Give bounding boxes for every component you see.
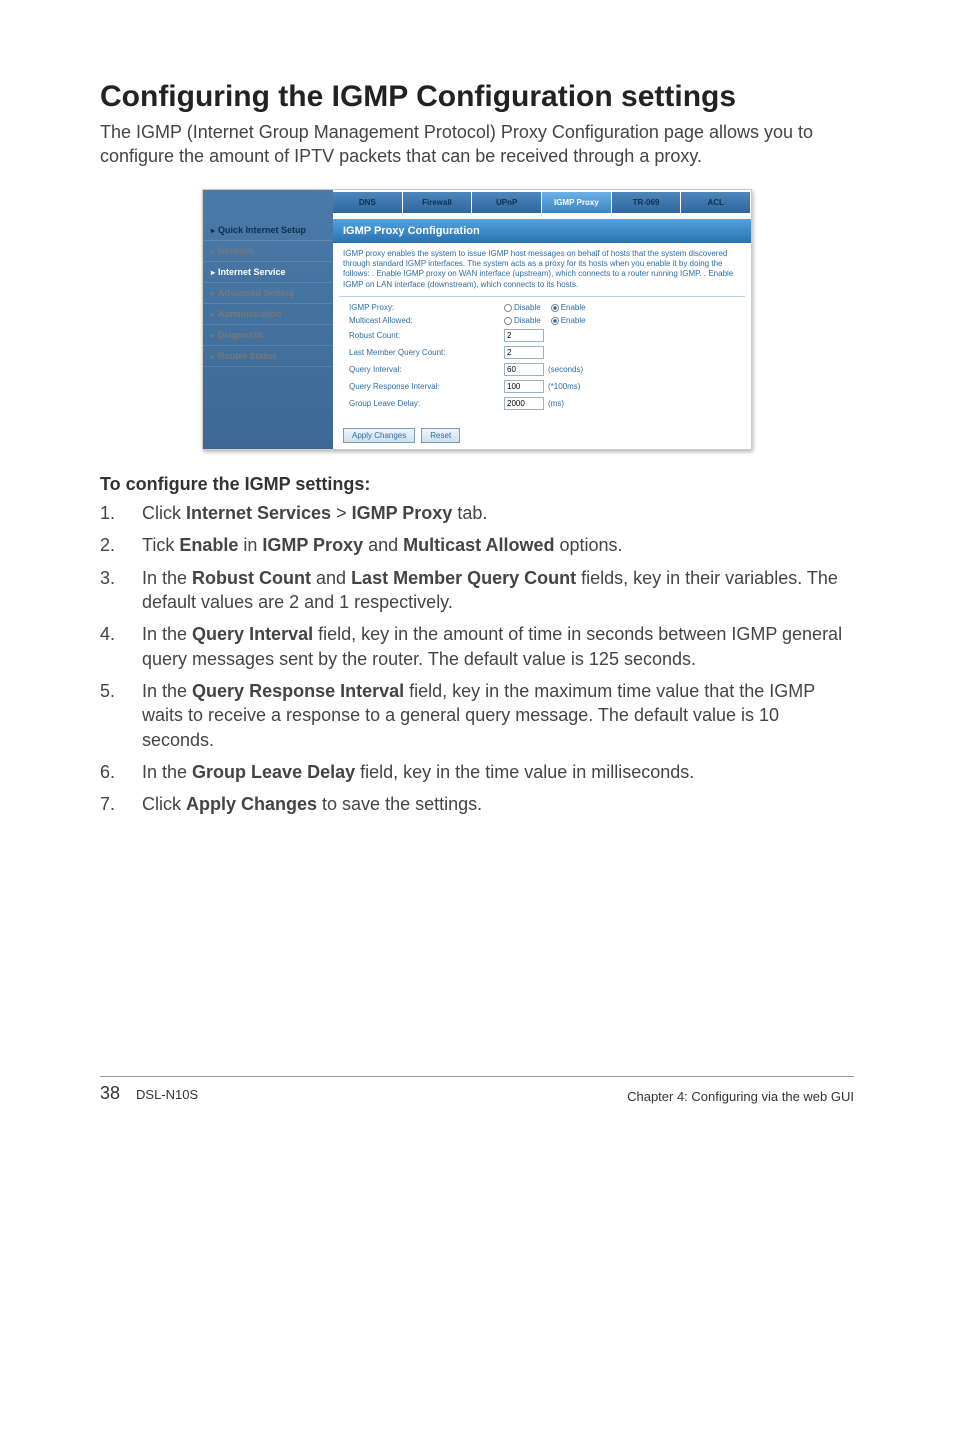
text-bold: Query Response Interval xyxy=(192,681,404,701)
query-interval-unit: (seconds) xyxy=(548,365,583,374)
text: Click xyxy=(142,794,186,814)
text: to save the settings. xyxy=(317,794,482,814)
last-member-query-count-input[interactable] xyxy=(504,346,544,359)
panel-description: IGMP proxy enables the system to issue I… xyxy=(333,243,751,297)
text-bold: Multicast Allowed xyxy=(403,535,554,555)
text-bold: Robust Count xyxy=(192,568,311,588)
sidebar-item-router-status[interactable]: Router Status xyxy=(203,346,333,367)
text: Tick xyxy=(142,535,179,555)
query-interval-input[interactable] xyxy=(504,363,544,376)
text: and xyxy=(311,568,351,588)
tab-igmp-proxy[interactable]: IGMP Proxy xyxy=(542,192,612,213)
step-6: In the Group Leave Delay field, key in t… xyxy=(100,760,854,784)
multicast-disable-radio[interactable]: Disable xyxy=(504,316,541,325)
text: In the xyxy=(142,681,192,701)
text: In the xyxy=(142,568,192,588)
page-number: 38 xyxy=(100,1083,120,1104)
reset-button[interactable]: Reset xyxy=(421,428,460,443)
text-bold: Last Member Query Count xyxy=(351,568,576,588)
sidebar-item-diagnostic[interactable]: Diagnostic xyxy=(203,325,333,346)
igmp-proxy-disable-radio[interactable]: Disable xyxy=(504,303,541,312)
text-bold: Enable xyxy=(179,535,238,555)
radio-label: Enable xyxy=(561,316,586,325)
text: in xyxy=(238,535,262,555)
radio-label: Disable xyxy=(514,316,541,325)
multicast-enable-radio[interactable]: Enable xyxy=(551,316,586,325)
igmp-proxy-label: IGMP Proxy: xyxy=(349,303,504,312)
sidebar-item-advanced-setting[interactable]: Advanced Setting xyxy=(203,283,333,304)
robust-count-input[interactable] xyxy=(504,329,544,342)
page-title: Configuring the IGMP Configuration setti… xyxy=(100,80,854,114)
step-4: In the Query Interval field, key in the … xyxy=(100,622,854,671)
text-bold: Internet Services xyxy=(186,503,331,523)
steps-list: Click Internet Services > IGMP Proxy tab… xyxy=(100,501,854,816)
text-bold: Query Interval xyxy=(192,624,313,644)
text-bold: IGMP Proxy xyxy=(352,503,453,523)
apply-changes-button[interactable]: Apply Changes xyxy=(343,428,415,443)
text: > xyxy=(331,503,352,523)
tab-firewall[interactable]: Firewall xyxy=(403,192,473,213)
text: In the xyxy=(142,762,192,782)
text: options. xyxy=(555,535,623,555)
multicast-allowed-label: Multicast Allowed: xyxy=(349,316,504,325)
group-leave-delay-label: Group Leave Delay: xyxy=(349,399,504,408)
text: In the xyxy=(142,624,192,644)
screenshot-panel: Quick Internet Setup Network Internet Se… xyxy=(202,189,752,451)
tab-dns[interactable]: DNS xyxy=(333,192,403,213)
footer-model: DSL-N10S xyxy=(136,1087,198,1102)
sidebar-item-administration[interactable]: Administration xyxy=(203,304,333,325)
sidebar-item-internet-service[interactable]: Internet Service xyxy=(203,262,333,283)
intro-paragraph: The IGMP (Internet Group Management Prot… xyxy=(100,120,854,169)
panel-title: IGMP Proxy Configuration xyxy=(333,219,751,243)
step-3: In the Robust Count and Last Member Quer… xyxy=(100,566,854,615)
text: Click xyxy=(142,503,186,523)
text: tab. xyxy=(452,503,487,523)
query-interval-label: Query Interval: xyxy=(349,365,504,374)
tab-bar: DNS Firewall UPnP IGMP Proxy TR-069 ACL xyxy=(333,190,751,213)
text-bold: Apply Changes xyxy=(186,794,317,814)
last-member-query-count-label: Last Member Query Count: xyxy=(349,348,504,357)
group-leave-delay-unit: (ms) xyxy=(548,399,564,408)
text-bold: Group Leave Delay xyxy=(192,762,355,782)
text: field, key in the time value in millisec… xyxy=(355,762,694,782)
step-5: In the Query Response Interval field, ke… xyxy=(100,679,854,752)
group-leave-delay-input[interactable] xyxy=(504,397,544,410)
steps-heading: To configure the IGMP settings: xyxy=(100,474,854,495)
page-footer: 38 DSL-N10S Chapter 4: Configuring via t… xyxy=(100,1076,854,1104)
tab-acl[interactable]: ACL xyxy=(681,192,751,213)
step-2: Tick Enable in IGMP Proxy and Multicast … xyxy=(100,533,854,557)
radio-label: Disable xyxy=(514,303,541,312)
step-1: Click Internet Services > IGMP Proxy tab… xyxy=(100,501,854,525)
step-7: Click Apply Changes to save the settings… xyxy=(100,792,854,816)
sidebar-nav: Quick Internet Setup Network Internet Se… xyxy=(203,190,333,450)
query-response-interval-input[interactable] xyxy=(504,380,544,393)
tab-upnp[interactable]: UPnP xyxy=(472,192,542,213)
query-response-interval-unit: (*100ms) xyxy=(548,382,580,391)
tab-tr069[interactable]: TR-069 xyxy=(612,192,682,213)
text: and xyxy=(363,535,403,555)
query-response-interval-label: Query Response Interval: xyxy=(349,382,504,391)
radio-label: Enable xyxy=(561,303,586,312)
sidebar-item-network[interactable]: Network xyxy=(203,241,333,262)
text-bold: IGMP Proxy xyxy=(262,535,363,555)
igmp-proxy-enable-radio[interactable]: Enable xyxy=(551,303,586,312)
sidebar-item-quick-internet-setup[interactable]: Quick Internet Setup xyxy=(203,220,333,241)
robust-count-label: Robust Count: xyxy=(349,331,504,340)
igmp-form: IGMP Proxy: Disable Enable Multicast All… xyxy=(339,296,745,422)
footer-chapter: Chapter 4: Configuring via the web GUI xyxy=(627,1089,854,1104)
